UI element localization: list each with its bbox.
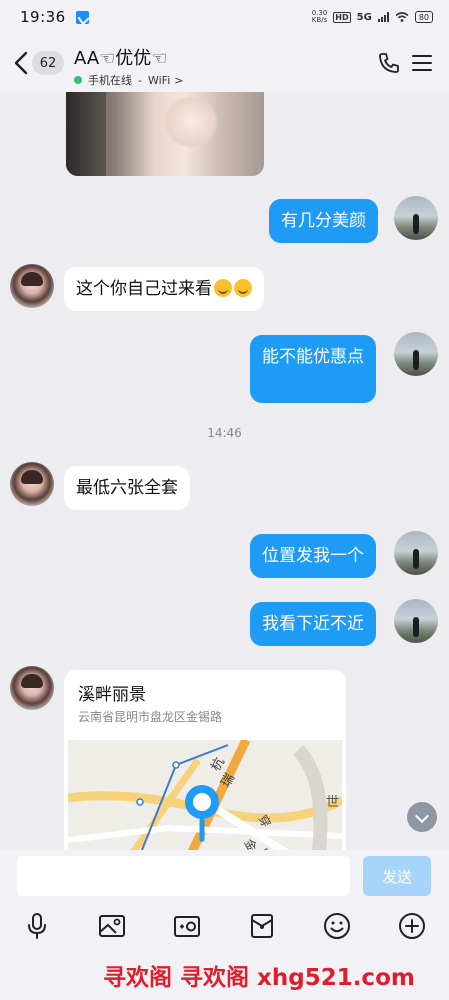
scroll-to-bottom-button[interactable] bbox=[407, 802, 437, 832]
message-bubble-out[interactable]: 位置发我一个 bbox=[250, 534, 376, 578]
contact-avatar[interactable] bbox=[10, 462, 54, 506]
message-input[interactable] bbox=[17, 856, 350, 896]
status-separator: - bbox=[138, 73, 142, 87]
watermark-text: 寻欢阁 寻欢阁 xhg521.com bbox=[103, 965, 415, 991]
status-indicators: 0.30 KB/s HD 5G 80 bbox=[312, 10, 433, 24]
red-packet-button[interactable] bbox=[247, 911, 277, 941]
message-timestamp: 14:46 bbox=[207, 426, 242, 440]
message-bubble-out[interactable]: 我看下近不近 bbox=[250, 602, 376, 646]
contact-avatar[interactable] bbox=[10, 666, 54, 710]
image-button[interactable] bbox=[97, 911, 127, 941]
status-time: 19:36 bbox=[20, 8, 66, 26]
message-list[interactable]: 有几分美颜 这个你自己过来看 能不能优惠点 14:46 最低六张全套 位置发我一… bbox=[0, 92, 449, 850]
received-photo[interactable] bbox=[66, 92, 264, 176]
map-label: 杭 bbox=[208, 755, 227, 774]
hd-badge: HD bbox=[333, 11, 351, 23]
map-graphic: 杭 瑞 穿 金 路 世 bbox=[68, 740, 342, 850]
photo-highlight bbox=[161, 97, 221, 147]
send-button[interactable]: 发送 bbox=[363, 856, 431, 896]
menu-icon[interactable] bbox=[412, 53, 432, 73]
online-status-text: 手机在线 bbox=[88, 74, 132, 87]
map-pin-icon bbox=[185, 785, 219, 842]
bottom-area: 寻欢阁 寻欢阁 xhg521.com bbox=[0, 952, 449, 1000]
emoji-icon bbox=[324, 913, 350, 939]
camera-icon bbox=[174, 916, 200, 937]
network-speed-unit: KB/s bbox=[311, 16, 328, 24]
gift-icon bbox=[251, 914, 273, 938]
wifi-icon bbox=[395, 12, 409, 22]
location-title: 溪畔丽景 bbox=[78, 685, 146, 705]
online-status: 手机在线 - WiFi > bbox=[74, 72, 183, 88]
message-bubble-in[interactable]: 这个你自己过来看 bbox=[64, 267, 264, 311]
notification-app-icon bbox=[75, 10, 89, 24]
smile-emoji-icon bbox=[234, 279, 252, 297]
phone-call-icon[interactable] bbox=[377, 51, 401, 75]
status-bar: 19:36 0.30 KB/s HD 5G 80 bbox=[0, 0, 449, 34]
message-bubble-out[interactable]: 有几分美颜 bbox=[269, 199, 378, 243]
network-type: WiFi bbox=[147, 73, 171, 87]
chat-screen: { "status_bar": { "time": "19:36", "net_… bbox=[0, 0, 449, 1000]
mic-icon bbox=[28, 913, 46, 939]
emoji-button[interactable] bbox=[322, 911, 352, 941]
signal-label: 5G bbox=[356, 11, 372, 23]
smile-emoji-icon bbox=[214, 279, 232, 297]
voice-button[interactable] bbox=[22, 911, 52, 941]
photo-content bbox=[66, 92, 106, 176]
my-avatar[interactable] bbox=[394, 531, 438, 575]
input-toolbar bbox=[0, 902, 449, 952]
my-avatar[interactable] bbox=[394, 332, 438, 376]
message-bubble-out[interactable]: 能不能优惠点 bbox=[250, 335, 376, 403]
message-bubble-in[interactable]: 最低六张全套 bbox=[64, 466, 190, 510]
online-dot-icon bbox=[74, 76, 82, 84]
location-card[interactable]: 溪畔丽景 云南省昆明市盘龙区金锡路 杭 瑞 穿 金 路 bbox=[64, 670, 346, 850]
contact-name: AA☜优优☜ bbox=[74, 48, 168, 69]
battery-level: 80 bbox=[418, 12, 429, 22]
network-speed: 0.30 KB/s bbox=[312, 10, 328, 24]
contact-avatar[interactable] bbox=[10, 264, 54, 308]
location-address: 云南省昆明市盘龙区金锡路 bbox=[78, 710, 223, 724]
my-avatar[interactable] bbox=[394, 599, 438, 643]
camera-button[interactable] bbox=[172, 911, 202, 941]
location-map[interactable]: 杭 瑞 穿 金 路 世 bbox=[68, 740, 342, 850]
chevron-right-icon: > bbox=[174, 73, 184, 87]
chevron-left-icon bbox=[14, 51, 28, 75]
unread-count-badge[interactable]: 62 bbox=[32, 51, 64, 75]
signal-bars-icon bbox=[377, 12, 389, 22]
message-text: 这个你自己过来看 bbox=[76, 279, 212, 299]
battery-icon: 80 bbox=[414, 11, 433, 23]
back-button[interactable] bbox=[12, 50, 30, 76]
image-icon bbox=[99, 915, 125, 937]
plus-icon bbox=[399, 913, 425, 939]
more-button[interactable] bbox=[397, 911, 427, 941]
map-label: 世 bbox=[326, 795, 339, 810]
input-bar: 发送 bbox=[0, 850, 449, 902]
chat-header: 62 AA☜优优☜ 手机在线 - WiFi > bbox=[0, 34, 449, 92]
my-avatar[interactable] bbox=[394, 196, 438, 240]
contact-info[interactable]: AA☜优优☜ 手机在线 - WiFi > bbox=[74, 44, 183, 88]
